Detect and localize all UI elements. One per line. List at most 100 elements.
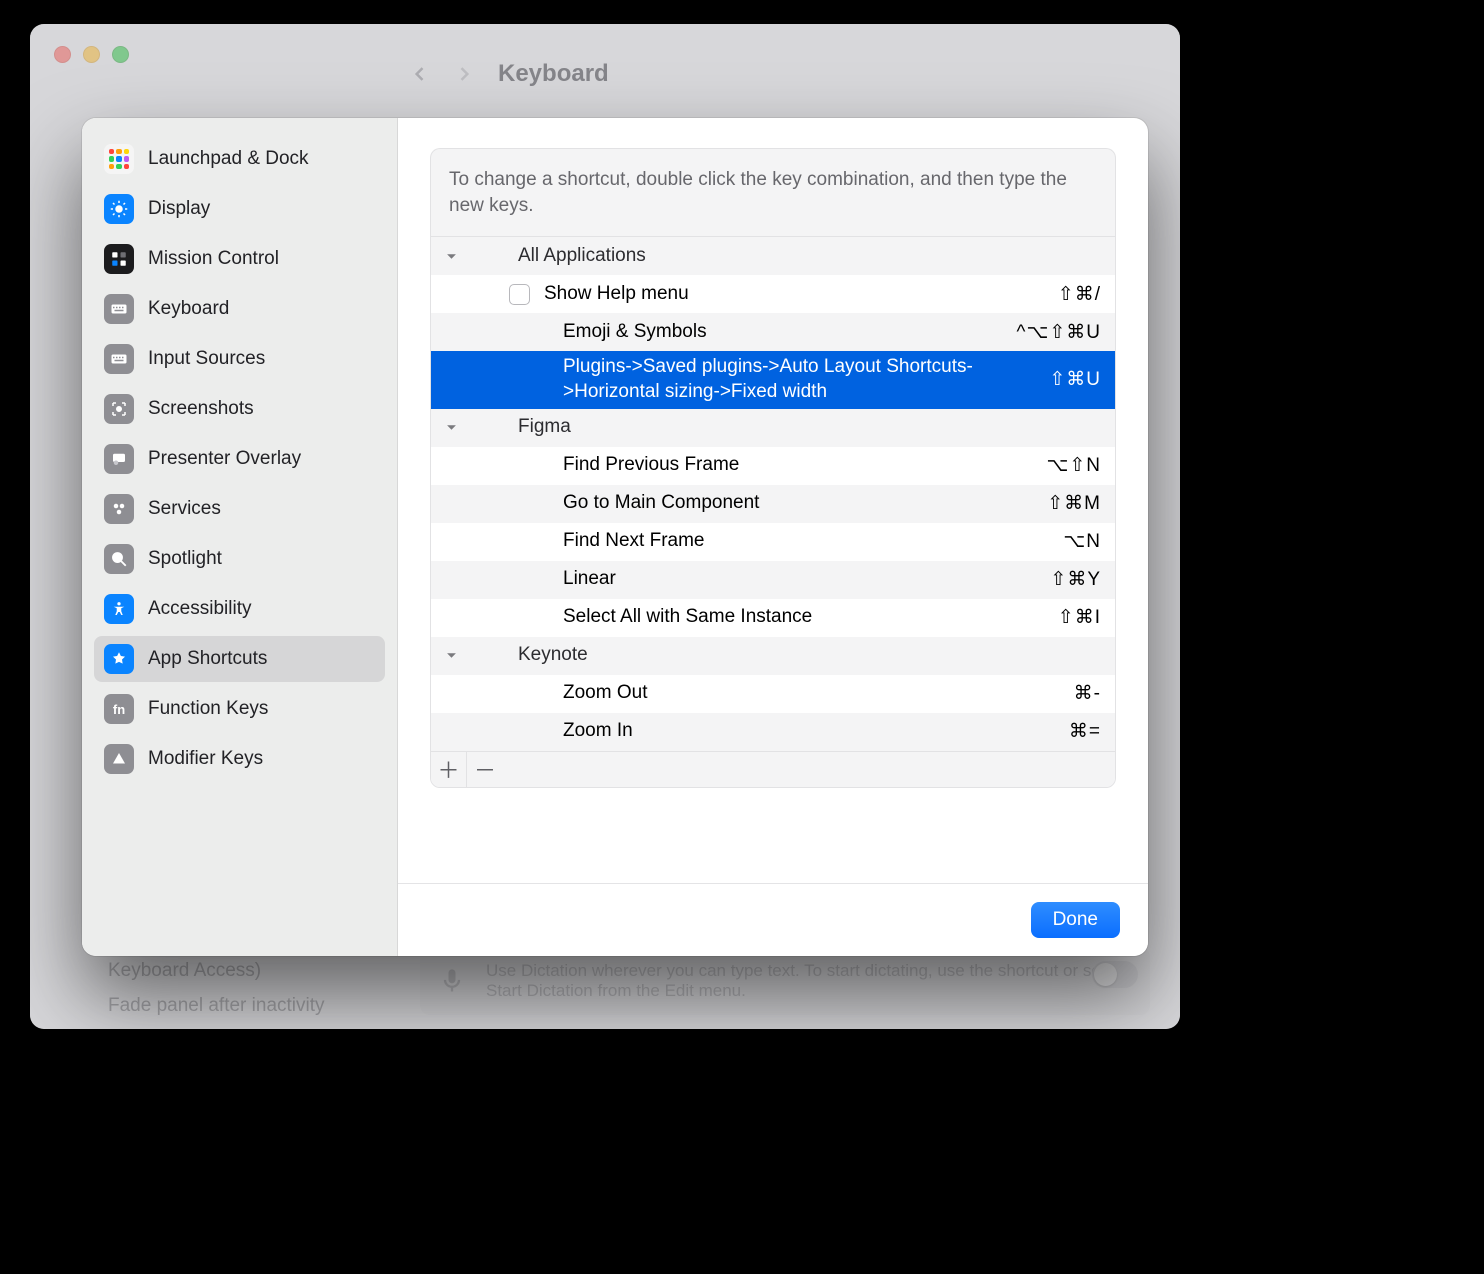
settings-window: Keyboard Color (Full Keyboard Access) Fa…: [30, 24, 1180, 1029]
shortcut-row[interactable]: Find Previous Frame⌥⇧N: [431, 447, 1115, 485]
sidebar-item-services[interactable]: Services: [94, 486, 385, 532]
shortcut-label: Zoom Out: [563, 681, 1074, 706]
sidebar-item-input[interactable]: Input Sources: [94, 336, 385, 382]
sidebar-item-label: Screenshots: [148, 398, 254, 420]
sidebar-item-label: Presenter Overlay: [148, 448, 301, 470]
sidebar-item-spotlight[interactable]: Spotlight: [94, 536, 385, 582]
microphone-icon: [438, 967, 466, 995]
group-label: Figma: [518, 415, 1101, 440]
shortcuts-sheet: Launchpad & Dock Display Mission Control Ke…: [82, 118, 1148, 956]
add-button[interactable]: ＋: [431, 752, 467, 787]
sidebar-item-mission[interactable]: Mission Control: [94, 236, 385, 282]
window-traffic-lights: [54, 46, 129, 63]
shortcut-keys: ⇧⌘M: [1047, 492, 1101, 515]
input-icon: [104, 344, 134, 374]
shortcuts-sidebar: Launchpad & Dock Display Mission Control Ke…: [82, 118, 398, 956]
shortcut-row[interactable]: Zoom Out⌘-: [431, 675, 1115, 713]
sidebar-item-label: Accessibility: [148, 598, 251, 620]
dictation-toggle[interactable]: [1092, 961, 1138, 988]
dictation-hint-row: Use Dictation wherever you can type text…: [420, 947, 1150, 1015]
appshortcut-icon: [104, 644, 134, 674]
header: Keyboard: [410, 60, 609, 88]
sidebar-item-access[interactable]: Accessibility: [94, 586, 385, 632]
shortcut-label: Go to Main Component: [563, 491, 1047, 516]
intro-text: To change a shortcut, double click the k…: [430, 148, 1116, 236]
checkbox[interactable]: [509, 284, 530, 305]
group-header[interactable]: Figma: [431, 409, 1115, 447]
shortcut-row[interactable]: Show Help menu⇧⌘/: [431, 275, 1115, 313]
access-icon: [104, 594, 134, 624]
group-header[interactable]: Keynote: [431, 637, 1115, 675]
sidebar-item-label: Keyboard: [148, 298, 229, 320]
modifier-icon: [104, 744, 134, 774]
shortcut-keys: ^⌥⇧⌘U: [1017, 321, 1101, 344]
sidebar-item-launchpad[interactable]: Launchpad & Dock: [94, 136, 385, 182]
shortcut-keys: ⌘-: [1074, 682, 1101, 705]
shortcut-label: Select All with Same Instance: [563, 605, 1058, 630]
shortcut-label: Show Help menu: [544, 282, 1058, 307]
shortcut-keys: ⇧⌘Y: [1050, 568, 1101, 591]
mission-icon: [104, 244, 134, 274]
screenshot-icon: [104, 394, 134, 424]
shortcut-row[interactable]: Emoji & Symbols^⌥⇧⌘U: [431, 313, 1115, 351]
sidebar-item-modifier[interactable]: Modifier Keys: [94, 736, 385, 782]
sidebar-item-keyboard[interactable]: Keyboard: [94, 286, 385, 332]
sidebar-item-display[interactable]: Display: [94, 186, 385, 232]
forward-icon[interactable]: [454, 64, 474, 84]
sidebar-item-label: Spotlight: [148, 548, 222, 570]
shortcut-label: Find Previous Frame: [563, 453, 1046, 478]
chevron-down-icon: [439, 422, 463, 433]
sidebar-item-label: Input Sources: [148, 348, 265, 370]
sidebar-item-label: App Shortcuts: [148, 648, 267, 670]
shortcut-label: Emoji & Symbols: [563, 320, 1017, 345]
shortcut-keys: ⇧⌘U: [1049, 368, 1101, 391]
chevron-down-icon: [439, 251, 463, 262]
sidebar-item-screenshot[interactable]: Screenshots: [94, 386, 385, 432]
shortcuts-list: All ApplicationsShow Help menu⇧⌘/Emoji &…: [430, 236, 1116, 787]
close-window-button[interactable]: [54, 46, 71, 63]
list-toolbar: ＋－: [431, 751, 1115, 787]
page-title: Keyboard: [498, 60, 609, 88]
back-icon[interactable]: [410, 64, 430, 84]
sidebar-item-appshortcut[interactable]: App Shortcuts: [94, 636, 385, 682]
shortcut-label: Plugins->Saved plugins->Auto Layout Shor…: [563, 355, 1049, 404]
remove-button[interactable]: －: [467, 752, 503, 787]
shortcuts-main: To change a shortcut, double click the k…: [398, 118, 1148, 956]
shortcut-keys: ⌥⇧N: [1046, 454, 1101, 477]
zoom-window-button[interactable]: [112, 46, 129, 63]
spotlight-icon: [104, 544, 134, 574]
shortcut-label: Zoom In: [563, 719, 1069, 744]
dictation-hint-text: Use Dictation wherever you can type text…: [486, 961, 1132, 1001]
shortcut-row[interactable]: Select All with Same Instance⇧⌘I: [431, 599, 1115, 637]
services-icon: [104, 494, 134, 524]
sidebar-item-label: Services: [148, 498, 221, 520]
shortcut-keys: ⌥N: [1063, 530, 1101, 553]
shortcut-keys: ⇧⌘I: [1058, 606, 1101, 629]
group-header[interactable]: All Applications: [431, 237, 1115, 275]
sidebar-item-fn[interactable]: fn Function Keys: [94, 686, 385, 732]
shortcut-label: Linear: [563, 567, 1050, 592]
shortcut-row[interactable]: Linear⇧⌘Y: [431, 561, 1115, 599]
bg-label-fade-panel: Fade panel after inactivity: [108, 995, 325, 1017]
shortcut-row[interactable]: Plugins->Saved plugins->Auto Layout Shor…: [431, 351, 1115, 408]
group-label: Keynote: [518, 643, 1101, 668]
presenter-icon: [104, 444, 134, 474]
shortcut-row[interactable]: Find Next Frame⌥N: [431, 523, 1115, 561]
sidebar-item-label: Display: [148, 198, 210, 220]
sidebar-item-label: Function Keys: [148, 698, 268, 720]
shortcut-label: Find Next Frame: [563, 529, 1063, 554]
shortcut-keys: ⌘=: [1069, 720, 1101, 743]
fn-icon: fn: [104, 694, 134, 724]
shortcut-keys: ⇧⌘/: [1058, 283, 1101, 306]
sidebar-item-presenter[interactable]: Presenter Overlay: [94, 436, 385, 482]
done-button[interactable]: Done: [1031, 902, 1120, 938]
shortcut-row[interactable]: Zoom In⌘=: [431, 713, 1115, 751]
minimize-window-button[interactable]: [83, 46, 100, 63]
keyboard-icon: [104, 294, 134, 324]
group-label: All Applications: [518, 244, 1101, 269]
chevron-down-icon: [439, 650, 463, 661]
sidebar-item-label: Launchpad & Dock: [148, 148, 309, 170]
shortcut-row[interactable]: Go to Main Component⇧⌘M: [431, 485, 1115, 523]
sidebar-item-label: Mission Control: [148, 248, 279, 270]
display-icon: [104, 194, 134, 224]
